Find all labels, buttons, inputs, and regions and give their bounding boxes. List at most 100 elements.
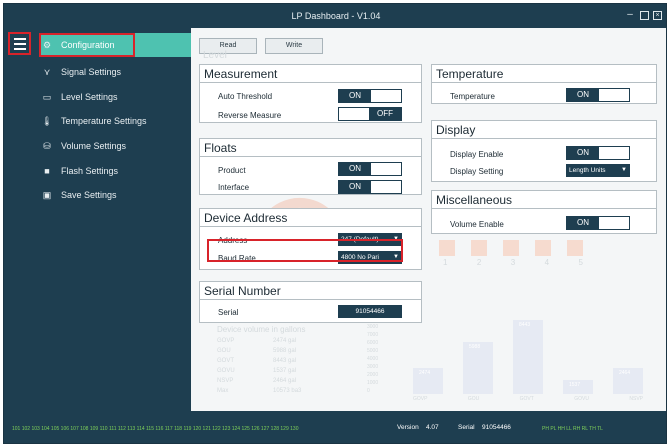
background-float-numbers: 1 2 3 4 5 bbox=[443, 258, 583, 267]
serial-number-title: Serial Number bbox=[200, 282, 421, 300]
thermometer-icon: 🌡︎ bbox=[41, 115, 53, 126]
volume-enable-label: Volume Enable bbox=[450, 220, 504, 229]
app-window: LP Dashboard - V1.04 – × ⚙ Configuration… bbox=[3, 3, 667, 444]
toggle-state: ON bbox=[567, 89, 599, 101]
volume-row: NSVP 2464 gal bbox=[217, 378, 297, 384]
volume-enable-toggle[interactable]: ON bbox=[566, 216, 630, 230]
gear-icon: ⚙ bbox=[42, 39, 52, 50]
background-bar-chart: 3000 7000 6000 5000 4000 3000 2000 1000 … bbox=[367, 320, 657, 406]
display-enable-label: Display Enable bbox=[450, 150, 504, 159]
background-bar: 2474 bbox=[413, 368, 443, 394]
background-y-axis-ticks: 3000 7000 6000 5000 4000 3000 2000 1000 … bbox=[367, 324, 379, 394]
measurement-panel: Measurement Auto Threshold ON Reverse Me… bbox=[199, 64, 422, 123]
float-number: 2 bbox=[476, 258, 482, 267]
sidebar-item-label: Level Settings bbox=[61, 92, 118, 102]
background-bar: 8443 bbox=[513, 320, 543, 394]
sidebar-item-configuration[interactable]: ⚙ Configuration bbox=[39, 34, 189, 56]
display-setting-select[interactable]: Length Units ▼ bbox=[566, 164, 630, 177]
sidebar-item-save-settings[interactable]: ▣ Save Settings bbox=[39, 184, 189, 206]
chevron-down-icon: ▼ bbox=[621, 167, 627, 173]
temperature-title: Temperature bbox=[432, 65, 656, 83]
background-bar: 1537 bbox=[563, 380, 593, 394]
toggle-state: ON bbox=[567, 147, 599, 159]
float-number: 1 bbox=[443, 258, 448, 267]
float-number: 4 bbox=[544, 258, 550, 267]
floats-title: Floats bbox=[200, 139, 421, 157]
write-button[interactable]: Write bbox=[265, 38, 323, 54]
toggle-state: ON bbox=[567, 217, 599, 229]
float-number: 5 bbox=[578, 258, 583, 267]
temperature-label: Temperature bbox=[450, 92, 495, 101]
auto-threshold-label: Auto Threshold bbox=[218, 92, 273, 101]
device-address-title: Device Address bbox=[200, 209, 421, 227]
background-volume-title: Device volume in gallons bbox=[217, 325, 306, 334]
background-level-heading: Level bbox=[203, 50, 227, 61]
interface-label: Interface bbox=[218, 183, 250, 192]
toggle-state: ON bbox=[339, 163, 371, 175]
sidebar: ⚙ Configuration ⋎ Signal Settings ▭ Leve… bbox=[4, 28, 191, 411]
status-indicators: PH PL HH LL RH RL TH TL bbox=[542, 426, 603, 432]
toggle-state: OFF bbox=[369, 108, 401, 120]
auto-threshold-toggle[interactable]: ON bbox=[338, 89, 402, 103]
flash-icon: ■ bbox=[44, 166, 50, 176]
sidebar-item-flash-settings[interactable]: ■ Flash Settings bbox=[39, 160, 189, 182]
volume-row: GOVU 1537 gal bbox=[217, 368, 297, 374]
save-icon: ▣ bbox=[42, 189, 52, 200]
background-bar: 2464 bbox=[613, 368, 643, 394]
sidebar-item-label: Volume Settings bbox=[61, 141, 127, 151]
display-panel: Display Display Enable ON Display Settin… bbox=[431, 120, 657, 182]
sidebar-item-level-settings[interactable]: ▭ Level Settings bbox=[39, 86, 189, 108]
serial-label: Serial bbox=[218, 308, 239, 317]
background-volume-table: GOVP 2474 gal GOU 5988 gal GOVT 8443 gal GO… bbox=[217, 338, 327, 398]
display-enable-toggle[interactable]: ON bbox=[566, 146, 630, 160]
menu-button[interactable] bbox=[8, 32, 31, 55]
sidebar-item-label: Temperature Settings bbox=[61, 116, 147, 126]
display-title: Display bbox=[432, 121, 656, 139]
main-content: Read Write Level 1 2 3 4 5 Device volume… bbox=[191, 28, 666, 411]
serial-status-label: Serial bbox=[458, 424, 475, 431]
background-bar: 5988 bbox=[463, 342, 493, 394]
maximize-button[interactable] bbox=[640, 11, 649, 20]
reverse-measure-label: Reverse Measure bbox=[218, 111, 282, 120]
reverse-measure-toggle[interactable]: OFF bbox=[338, 107, 402, 121]
toggle-state: ON bbox=[339, 181, 371, 193]
measurement-title: Measurement bbox=[200, 65, 421, 83]
sidebar-item-label: Configuration bbox=[61, 40, 115, 50]
toggle-state: ON bbox=[339, 90, 371, 102]
temperature-toggle[interactable]: ON bbox=[566, 88, 630, 102]
menu-icon-bar bbox=[13, 37, 26, 40]
title-bar: LP Dashboard - V1.04 – × bbox=[4, 4, 666, 28]
sidebar-item-label: Save Settings bbox=[61, 190, 117, 200]
temperature-panel: Temperature Temperature ON bbox=[431, 64, 657, 104]
serial-status-value: 91054466 bbox=[482, 424, 511, 431]
volume-row: GOVP 2474 gal bbox=[217, 338, 297, 344]
version-label: Version bbox=[397, 424, 419, 431]
volume-row: GOU 5988 gal bbox=[217, 348, 297, 354]
serial-value: 91054466 bbox=[338, 305, 402, 318]
interface-toggle[interactable]: ON bbox=[338, 180, 402, 194]
status-bar: 101 102 103 104 105 106 107 108 109 110 … bbox=[4, 411, 666, 443]
minimize-button[interactable]: – bbox=[624, 9, 636, 21]
sidebar-item-label: Signal Settings bbox=[61, 67, 122, 77]
product-toggle[interactable]: ON bbox=[338, 162, 402, 176]
miscellaneous-title: Miscellaneous bbox=[432, 191, 656, 209]
volume-icon: ⛁ bbox=[43, 140, 51, 151]
serial-number-panel: Serial Number Serial 91054466 bbox=[199, 281, 422, 323]
display-setting-value: Length Units bbox=[569, 167, 606, 174]
display-setting-label: Display Setting bbox=[450, 167, 504, 176]
sidebar-item-temperature-settings[interactable]: 🌡︎ Temperature Settings bbox=[39, 110, 189, 132]
signal-icon: ⋎ bbox=[43, 66, 51, 77]
status-addresses: 101 102 103 104 105 106 107 108 109 110 … bbox=[12, 426, 299, 432]
background-bar-labels: GOVP GOU GOVT GOVU NSVP bbox=[413, 396, 643, 402]
sidebar-item-signal-settings[interactable]: ⋎ Signal Settings bbox=[39, 61, 189, 83]
product-label: Product bbox=[218, 166, 246, 175]
float-number: 3 bbox=[510, 258, 516, 267]
version-value: 4.07 bbox=[426, 424, 439, 431]
floats-panel: Floats Product ON Interface ON bbox=[199, 138, 422, 195]
volume-row: Max 10573 ba3 bbox=[217, 388, 302, 394]
volume-row: GOVT 8443 gal bbox=[217, 358, 297, 364]
menu-icon-bar bbox=[13, 42, 26, 45]
close-button[interactable]: × bbox=[653, 11, 662, 20]
address-highlight-box bbox=[207, 239, 403, 262]
sidebar-item-volume-settings[interactable]: ⛁ Volume Settings bbox=[39, 135, 189, 157]
